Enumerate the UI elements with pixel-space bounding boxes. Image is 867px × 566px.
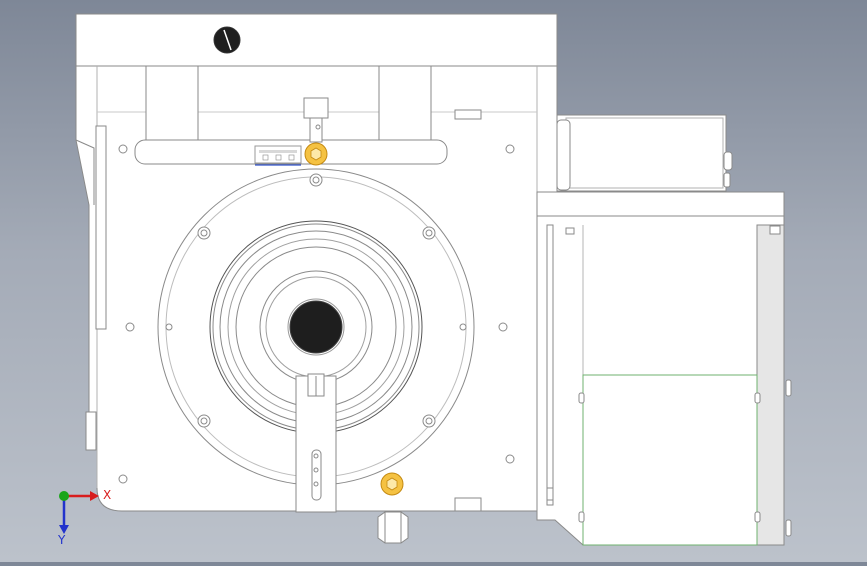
hex-bolt-icon [304,142,328,166]
x-axis-label: X [103,488,111,502]
coordinate-triad-icon: X Y [57,488,111,547]
hex-bolt-icon [380,472,404,496]
center-bore [289,300,343,354]
left-side-plate [95,125,107,330]
left-cable-fitting [85,411,97,451]
y-axis-label: Y [57,533,66,547]
nameplate-icon [254,145,302,166]
top-screw-icon [213,26,241,54]
bottom-nut-icon [377,510,409,544]
motor-box [556,114,727,192]
cad-viewport[interactable]: X Y [0,0,867,562]
cad-drawing: X Y [57,13,792,547]
motor-cover [582,374,758,546]
